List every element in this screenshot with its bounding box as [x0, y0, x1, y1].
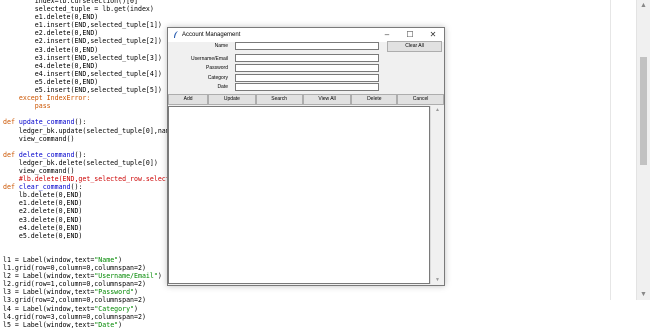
update-button[interactable]: Update — [208, 94, 256, 105]
code-token: l5 = Label(window,text= — [3, 320, 95, 329]
scroll-up-icon[interactable]: ▲ — [640, 2, 647, 9]
code-token: "Name" — [94, 256, 119, 264]
listbox-scroll-up-icon[interactable]: ▲ — [431, 107, 444, 113]
code-token: clear_command — [18, 183, 71, 192]
maximize-icon[interactable]: ☐ — [399, 28, 421, 42]
code-line[interactable]: e1.delete(0,END) — [3, 13, 603, 21]
code-token: update_command — [18, 118, 75, 127]
add-button[interactable]: Add — [168, 94, 209, 105]
code-line[interactable]: l4.grid(row=3,column=0,columnspan=2) — [3, 313, 603, 321]
label-date: Date — [217, 84, 228, 90]
account-management-window: Account Management – ☐ ✕ Name Username/E… — [167, 27, 445, 286]
username-email-field[interactable] — [235, 54, 379, 62]
search-button[interactable]: Search — [255, 94, 303, 105]
code-token: "Category" — [94, 304, 135, 313]
code-token: ) — [118, 320, 123, 329]
code-token: e2.delete(0,END) — [3, 207, 83, 216]
scroll-down-icon[interactable]: ▼ — [640, 291, 647, 298]
code-token: ) — [134, 288, 138, 297]
code-line[interactable]: l3 = Label(window,text="Password") — [3, 288, 603, 296]
code-token: "Username/Email" — [94, 272, 158, 281]
code-token: except IndexError: — [3, 94, 91, 103]
code-token: e5.delete(0,END) — [3, 77, 99, 86]
code-token: lb.delete(0,END) — [3, 191, 83, 200]
code-token: e4.delete(0,END) — [3, 223, 83, 232]
code-token: e5.insert(END,selected_tuple[5]) — [3, 86, 162, 95]
code-token: l2.grid(row=1,column=0,columnspan=2) — [3, 280, 146, 289]
code-token: def — [3, 118, 19, 127]
label-name: Name — [214, 43, 228, 49]
code-token: view_command() — [3, 134, 75, 143]
date-field[interactable] — [235, 83, 379, 91]
code-token: e2.insert(END,selected_tuple[2]) — [3, 37, 162, 46]
label-category: Category — [207, 75, 228, 81]
code-token: delete_command — [18, 150, 75, 159]
code-token: l2 = Label(window,text= — [3, 272, 95, 281]
listbox-scrollbar[interactable]: ▲ ▼ — [430, 106, 444, 284]
code-token: def — [3, 150, 19, 159]
cancel-button[interactable]: Cancel — [397, 94, 445, 105]
code-token: ) — [134, 304, 138, 313]
code-line[interactable]: l5 = Label(window,text="Date") — [3, 321, 603, 329]
delete-button[interactable]: Delete — [351, 94, 398, 105]
password-field[interactable] — [235, 64, 379, 72]
listbox-scroll-down-icon[interactable]: ▼ — [431, 277, 444, 283]
code-token: l4.grid(row=3,column=0,columnspan=2) — [3, 312, 146, 321]
action-button-row: Add Update Search View All Delete Cancel — [168, 94, 445, 105]
code-token: "Password" — [94, 288, 135, 297]
label-username-email: Username/Email — [191, 56, 228, 62]
label-password: Password — [206, 65, 228, 71]
title-bar[interactable]: Account Management – ☐ ✕ — [168, 28, 444, 42]
code-token: e4.insert(END,selected_tuple[4]) — [3, 69, 162, 78]
feather-icon — [174, 31, 178, 38]
code-token: e3.insert(END,selected_tuple[3]) — [3, 53, 162, 62]
code-token: view_command() — [3, 166, 75, 175]
code-token: l3.grid(row=2,column=0,columnspan=2) — [3, 296, 146, 305]
code-token: (): — [74, 118, 87, 127]
window-title: Account Management — [182, 32, 241, 38]
scrollbar-thumb[interactable] — [640, 57, 647, 165]
code-token: e2.delete(0,END) — [3, 29, 99, 38]
code-line[interactable]: selected_tuple = lb.get(index) — [3, 5, 603, 13]
code-line[interactable]: l3.grid(row=2,column=0,columnspan=2) — [3, 296, 603, 304]
code-token: e1.insert(END,selected_tuple[1]) — [3, 21, 162, 30]
category-field[interactable] — [235, 74, 379, 82]
code-token: e1.delete(0,END) — [3, 13, 99, 22]
code-token: pass — [3, 102, 51, 111]
clear-all-button[interactable]: Clear All — [387, 41, 442, 52]
records-listbox[interactable] — [168, 106, 430, 284]
code-token: e3.delete(0,END) — [3, 45, 99, 54]
code-token: l1 = Label(window,text= — [3, 256, 95, 264]
close-icon[interactable]: ✕ — [422, 28, 444, 42]
code-token: e3.delete(0,END) — [3, 215, 83, 224]
code-token: selected_tuple = lb.get(index) — [3, 5, 154, 14]
code-token: e1.delete(0,END) — [3, 199, 83, 208]
code-token: (): — [70, 183, 83, 192]
code-token: e4.delete(0,END) — [3, 61, 99, 70]
code-token: #lb.delete(END,get_selected_row.selecte — [3, 175, 174, 184]
code-line[interactable]: l4 = Label(window,text="Category") — [3, 305, 603, 313]
code-token: ledger_bk.delete(selected_tuple[0]) — [3, 158, 158, 167]
code-token: e5.delete(0,END) — [3, 231, 83, 240]
code-token: ) — [157, 272, 162, 281]
code-token: "Date" — [94, 320, 119, 329]
minimize-icon[interactable]: – — [376, 28, 398, 42]
code-token: ) — [118, 256, 123, 264]
margin-guide — [610, 0, 611, 300]
code-token: l3 = Label(window,text= — [3, 288, 95, 297]
code-token: l4 = Label(window,text= — [3, 304, 95, 313]
editor-scrollbar[interactable]: ▲ ▼ — [636, 0, 650, 300]
view-all-button[interactable]: View All — [302, 94, 352, 105]
name-field[interactable] — [235, 42, 379, 50]
code-token: l1.grid(row=0,column=0,columnspan=2) — [3, 264, 146, 273]
code-token: ledger_bk.update(selected_tuple[0],name — [3, 126, 174, 135]
code-token: (): — [74, 150, 87, 159]
code-token: def — [3, 183, 19, 192]
